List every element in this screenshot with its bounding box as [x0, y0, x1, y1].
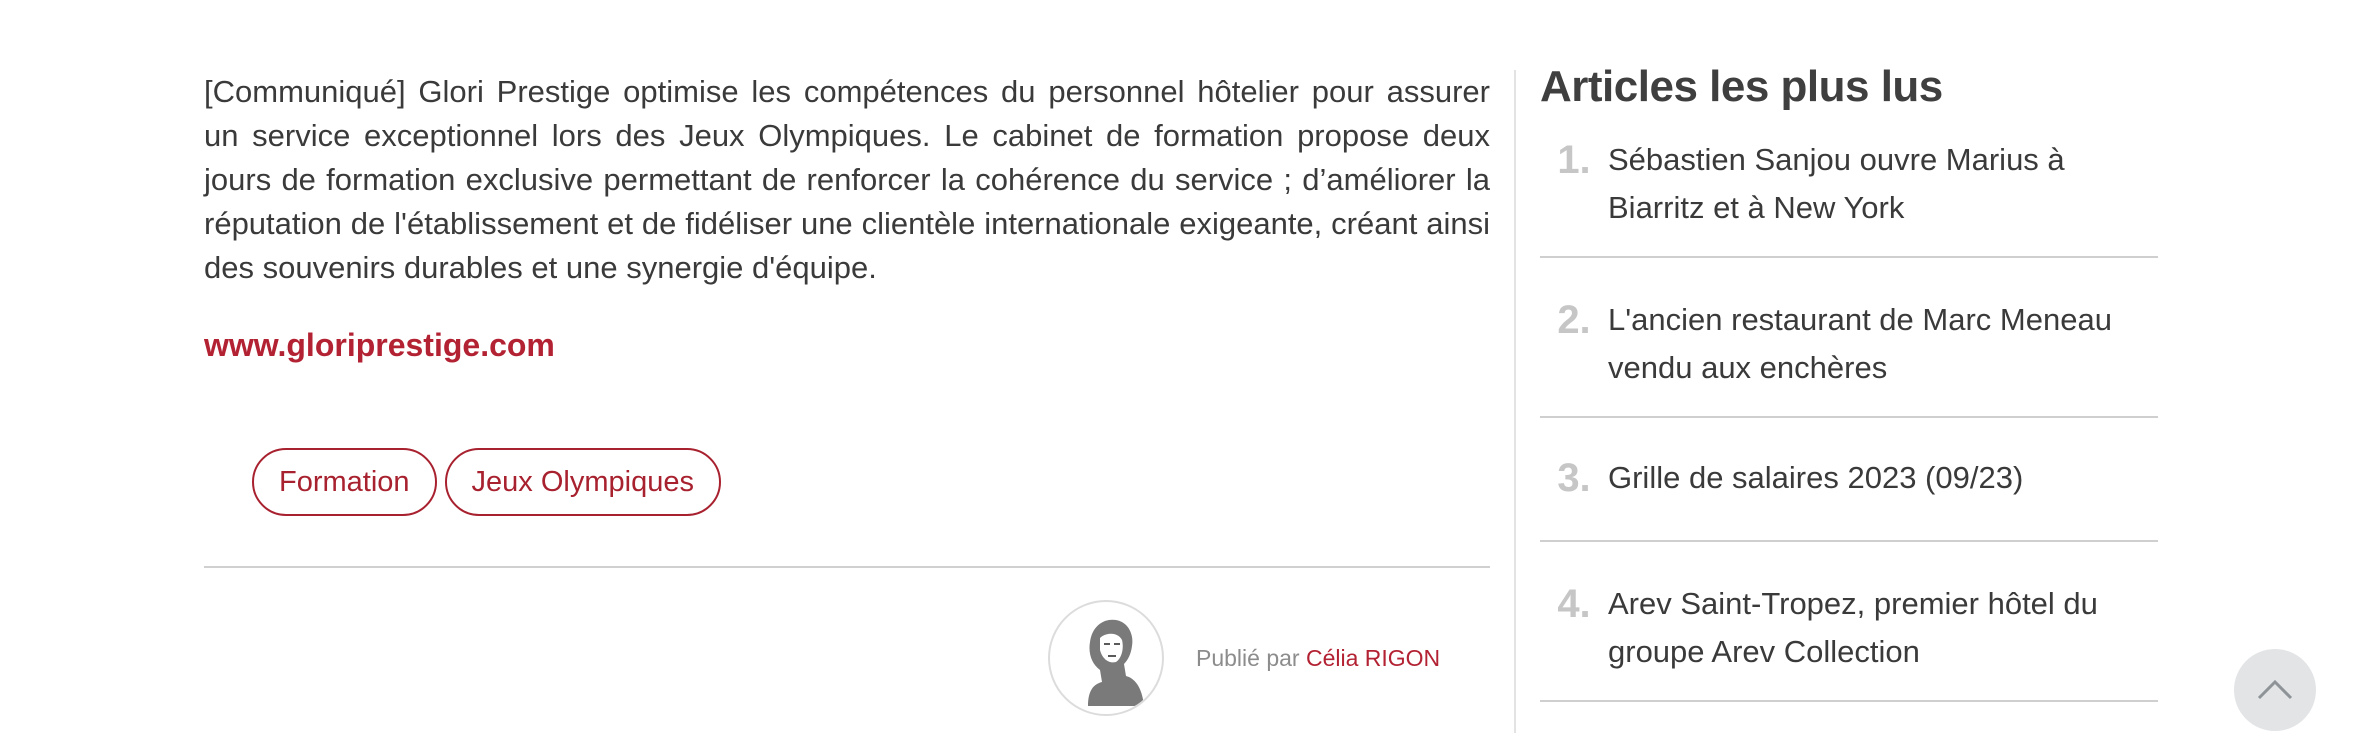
sidebar-title: Articles les plus lus [1540, 62, 1943, 111]
most-read-item-4[interactable]: 4. Arev Saint-Tropez, premier hôtel du g… [1540, 542, 2158, 702]
tag-jeux-olympiques[interactable]: Jeux Olympiques [444, 448, 721, 516]
most-read-sidebar: Articles les plus lus 1. Sébastien Sanjo… [1540, 62, 2158, 702]
rank-article-title[interactable]: Arev Saint-Tropez, premier hôtel du grou… [1608, 580, 2158, 676]
rank-number: 4. [1557, 582, 1591, 626]
author-name-link[interactable]: Célia RIGON [1306, 645, 1440, 671]
website-link[interactable]: www.gloriprestige.com [204, 327, 555, 364]
author-avatar[interactable] [1048, 600, 1164, 716]
rank-article-title[interactable]: Sébastien Sanjou ouvre Marius à Biarritz… [1608, 136, 2158, 232]
rank-number: 3. [1557, 456, 1591, 500]
published-by: Publié par Célia RIGON [1196, 645, 1440, 672]
article-body: [Communiqué] Glori Prestige optimise les… [204, 74, 1490, 285]
tag-formation[interactable]: Formation [252, 448, 437, 516]
most-read-item-2[interactable]: 2. L'ancien restaurant de Marc Meneau ve… [1540, 258, 2158, 418]
rank-article-title[interactable]: Grille de salaires 2023 (09/23) [1608, 454, 2023, 502]
chevron-up-icon [2257, 679, 2293, 700]
author-block: Publié par Célia RIGON [1048, 600, 1440, 716]
rank-number: 2. [1557, 298, 1591, 342]
tag-list: Formation Jeux Olympiques [252, 448, 721, 516]
published-prefix: Publié par [1196, 644, 1300, 671]
article-content: [Communiqué] Glori Prestige optimise les… [204, 70, 1490, 716]
article-divider [204, 566, 1490, 568]
scroll-to-top-button[interactable] [2234, 649, 2316, 731]
rank-number: 1. [1557, 138, 1591, 182]
most-read-item-1[interactable]: 1. Sébastien Sanjou ouvre Marius à Biarr… [1540, 124, 2158, 258]
rank-article-title[interactable]: L'ancien restaurant de Marc Meneau vendu… [1608, 296, 2158, 392]
most-read-item-3[interactable]: 3. Grille de salaires 2023 (09/23) [1540, 418, 2158, 542]
author-portrait-icon [1088, 619, 1144, 706]
column-separator [1514, 70, 1516, 733]
most-read-list: 1. Sébastien Sanjou ouvre Marius à Biarr… [1540, 124, 2158, 702]
